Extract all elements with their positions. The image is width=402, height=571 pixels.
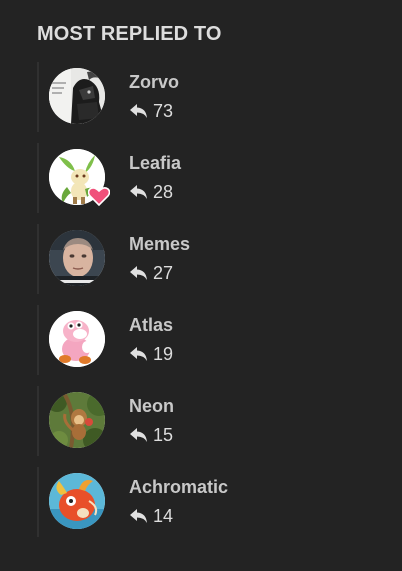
reply-icon [130,185,147,199]
avatar[interactable] [49,473,105,529]
reply-count-value: 27 [153,263,174,283]
divider [37,467,39,537]
avatar[interactable] [49,68,105,124]
user-item-memes[interactable]: Memes 27 [37,224,367,294]
divider [37,62,39,132]
reply-icon [130,104,147,118]
user-item-zorvo[interactable]: Zorvo 73 [37,62,367,132]
avatar[interactable] [49,311,105,367]
reply-count-value: 14 [153,506,174,526]
reply-count-value: 15 [153,425,174,445]
reply-icon [130,509,147,523]
reply-icon [130,428,147,442]
divider [37,305,39,375]
divider [37,386,39,456]
reply-icon [130,347,147,361]
username[interactable]: Leafia [129,152,181,174]
reply-count-value: 19 [153,344,174,364]
divider [37,143,39,213]
heart-icon [88,187,110,206]
username[interactable]: Atlas [129,314,173,336]
reply-count-value: 28 [153,182,174,202]
reply-icon [130,266,147,280]
user-item-achromatic[interactable]: Achromatic 14 [37,467,367,537]
username[interactable]: Achromatic [129,476,228,498]
user-item-atlas[interactable]: Atlas 19 [37,305,367,375]
user-item-neon[interactable]: Neon 15 [37,386,367,456]
avatar[interactable] [49,392,105,448]
user-item-leafia[interactable]: Leafia 28 [37,143,367,213]
username[interactable]: Memes [129,233,190,255]
avatar[interactable] [49,230,105,286]
reply-count-value: 73 [153,101,174,121]
divider [37,224,39,294]
username[interactable]: Neon [129,395,174,417]
username[interactable]: Zorvo [129,71,179,93]
most-replied-widget: MOST REPLIED TO Zorvo 73 Leafia 28 Memes… [0,0,402,571]
widget-title: MOST REPLIED TO [37,23,222,45]
